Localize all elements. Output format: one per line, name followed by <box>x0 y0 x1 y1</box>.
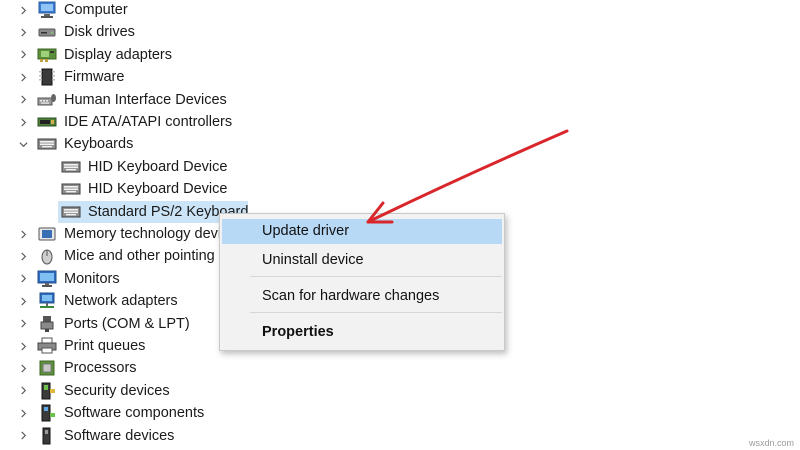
tree-item-label: Ports (COM & LPT) <box>64 315 190 332</box>
chevron-right-icon[interactable] <box>16 89 30 111</box>
watermark: wsxdn.com <box>748 438 794 448</box>
menu-item-label: Scan for hardware changes <box>262 288 440 304</box>
chevron-right-icon[interactable] <box>16 268 30 290</box>
chevron-right-icon[interactable] <box>16 290 30 312</box>
disk-drive-icon <box>37 23 57 41</box>
chevron-right-icon[interactable] <box>16 380 30 402</box>
tree-item-label: HID Keyboard Device <box>88 181 228 198</box>
printer-icon <box>37 337 57 355</box>
chevron-right-icon[interactable] <box>16 425 30 447</box>
ide-controller-icon <box>37 113 57 131</box>
menu-separator <box>250 276 502 277</box>
menu-item-uninstall-device[interactable]: Uninstall device <box>222 248 502 273</box>
chevron-down-icon[interactable] <box>16 133 30 155</box>
chevron-right-icon[interactable] <box>16 357 30 379</box>
tree-item-label: Processors <box>64 360 137 377</box>
firmware-icon <box>37 68 57 86</box>
chevron-right-icon[interactable] <box>16 44 30 66</box>
chevron-right-icon[interactable] <box>16 66 30 88</box>
tree-item-label: Firmware <box>64 69 125 86</box>
menu-item-label: Uninstall device <box>262 252 364 268</box>
tree-item-label: Software components <box>64 405 205 422</box>
chevron-right-icon[interactable] <box>16 402 30 424</box>
keyboard-icon <box>61 203 81 221</box>
security-device-icon <box>37 382 57 400</box>
tree-item-label: Software devices <box>64 427 175 444</box>
mouse-icon <box>37 247 57 265</box>
software-component-icon <box>37 404 57 422</box>
menu-separator <box>250 312 502 313</box>
tree-item-label: Human Interface Devices <box>64 91 227 108</box>
chevron-right-icon[interactable] <box>16 313 30 335</box>
tree-item-label: Computer <box>64 2 128 18</box>
network-adapter-icon <box>37 292 57 310</box>
chevron-right-icon[interactable] <box>16 223 30 245</box>
tree-item-label: Display adapters <box>64 46 172 63</box>
context-menu: Update driver Uninstall device Scan for … <box>219 213 505 351</box>
menu-item-update-driver[interactable]: Update driver <box>222 219 502 244</box>
tree-item-label: Disk drives <box>64 24 135 41</box>
port-icon <box>37 315 57 333</box>
tree-item-label: Keyboards <box>64 136 134 153</box>
keyboard-icon <box>61 158 81 176</box>
menu-item-label: Update driver <box>262 223 350 239</box>
chevron-right-icon[interactable] <box>16 0 30 21</box>
chevron-right-icon[interactable] <box>16 245 30 267</box>
menu-item-scan-hardware[interactable]: Scan for hardware changes <box>222 284 502 309</box>
tree-item-label: Security devices <box>64 382 170 399</box>
keyboard-icon <box>61 180 81 198</box>
hid-icon <box>37 91 57 109</box>
menu-item-label: Properties <box>262 324 334 340</box>
display-adapter-icon <box>37 46 57 64</box>
memory-icon <box>37 225 57 243</box>
keyboard-icon <box>37 135 57 153</box>
tree-item-label: Print queues <box>64 338 146 354</box>
chevron-right-icon[interactable] <box>16 111 30 133</box>
tree-item-label: IDE ATA/ATAPI controllers <box>64 114 233 130</box>
computer-icon <box>37 1 57 19</box>
tree-item-label: Memory technology devices <box>64 226 244 242</box>
tree-item-label: Monitors <box>64 270 120 287</box>
tree-item-label: HID Keyboard Device <box>88 158 228 175</box>
chevron-right-icon[interactable] <box>16 335 30 357</box>
menu-item-properties[interactable]: Properties <box>222 320 502 345</box>
software-device-icon <box>37 427 57 445</box>
chevron-right-icon[interactable] <box>16 21 30 43</box>
processor-icon <box>37 359 57 377</box>
tree-item-label: Network adapters <box>64 293 178 310</box>
monitor-icon <box>37 270 57 288</box>
